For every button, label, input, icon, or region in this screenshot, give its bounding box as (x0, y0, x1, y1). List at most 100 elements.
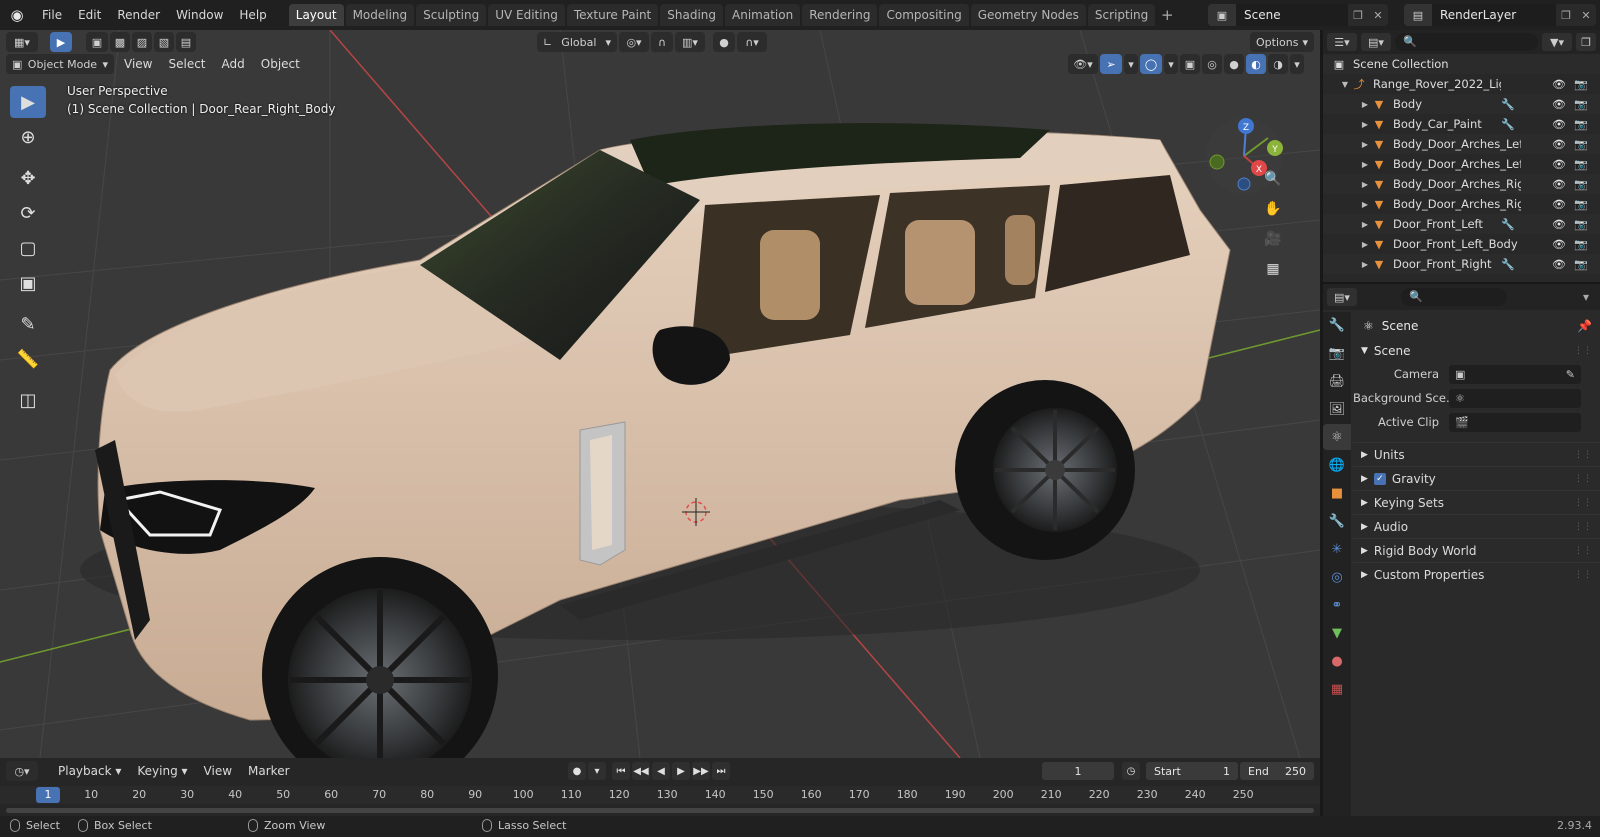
expand-arrow-icon[interactable]: ▶ (1359, 140, 1371, 149)
world-tab-icon[interactable]: 🌐 (1323, 452, 1351, 478)
start-frame-field[interactable]: Start 1 (1146, 762, 1238, 780)
overlay-toggle-icon[interactable]: ◯ (1140, 54, 1162, 74)
jump-end-icon[interactable]: ⏭ (712, 762, 730, 780)
preview-range-icon[interactable]: ◷ (1122, 762, 1140, 780)
tab-modeling[interactable]: Modeling (345, 4, 415, 26)
eye-visibility-icon[interactable]: 👁 (1552, 98, 1566, 111)
overlay-chevron-icon[interactable]: ▾ (1164, 54, 1178, 74)
menu-add[interactable]: Add (214, 54, 253, 74)
menu-view[interactable]: View (116, 54, 160, 74)
drag-handle-icon[interactable]: ⋮⋮ (1574, 450, 1592, 460)
outliner-search-input[interactable]: 🔍 (1395, 33, 1538, 51)
editor-type-button[interactable]: ▦▾ (6, 32, 38, 52)
camera-field[interactable]: ▣ ✎ (1449, 364, 1581, 384)
display-mode-icon[interactable]: ▤▾ (1361, 33, 1391, 51)
material-tab-icon[interactable]: ● (1323, 648, 1351, 674)
outliner-editor-type-icon[interactable]: ☰▾ (1327, 33, 1357, 51)
tab-sculpting[interactable]: Sculpting (416, 4, 487, 26)
outliner-panel[interactable]: ☰▾ ▤▾ 🔍 ▼▾ ❐ ▣ Scene Collection ▼ ⤴ Range_… (1323, 30, 1600, 282)
scene-name[interactable]: Scene (1236, 4, 1348, 26)
blender-logo-icon[interactable]: ◉ (0, 0, 34, 30)
car-model[interactable] (80, 123, 1231, 758)
ortho-toggle-icon[interactable]: ▦ (1260, 256, 1286, 282)
move-tool-icon[interactable]: ✥ (10, 162, 46, 194)
render-camera-icon[interactable]: 📷 (1574, 198, 1588, 211)
jump-start-icon[interactable]: ⏮ (612, 762, 630, 780)
record-options-icon[interactable]: ▾ (588, 762, 606, 780)
tab-rendering[interactable]: Rendering (802, 4, 878, 26)
render-camera-icon[interactable]: 📷 (1574, 118, 1588, 131)
eyedropper-icon[interactable]: ✎ (1566, 368, 1575, 381)
active-clip-field[interactable]: 🎬 (1449, 412, 1581, 432)
end-frame-field[interactable]: End 250 (1240, 762, 1314, 780)
render-camera-icon[interactable]: 📷 (1574, 138, 1588, 151)
drag-handle-icon[interactable]: ⋮⋮ (1574, 546, 1592, 556)
play-reverse-icon[interactable]: ◀ (652, 762, 670, 780)
modifier-wrench-icon[interactable]: 🔧 (1501, 258, 1515, 271)
expand-arrow-icon[interactable]: ▶ (1359, 200, 1371, 209)
snap-toggle-icon[interactable]: ∩ (651, 32, 673, 52)
outliner-item[interactable]: ▶▼ Body_Door_Arches_Left_I 👁 📷 (1323, 154, 1600, 174)
menu-object[interactable]: Object (253, 54, 308, 74)
render-camera-icon[interactable]: 📷 (1574, 158, 1588, 171)
menu-timeline-view[interactable]: View (196, 764, 240, 778)
transform-tool-icon[interactable]: ▣ (10, 267, 46, 299)
properties-options-icon[interactable]: ▾ (1576, 290, 1596, 304)
eye-visibility-icon[interactable]: 👁 (1552, 218, 1566, 231)
frame-ruler[interactable]: 1 10 20 30 40 50 60 70 80 90 100 110 120 130 140 150 16… (0, 786, 1320, 804)
select-mode-invert-icon[interactable]: ▧ (154, 32, 174, 52)
expand-arrow-icon[interactable]: ▶ (1359, 120, 1371, 129)
rotate-tool-icon[interactable]: ⟳ (10, 197, 46, 229)
tab-geometry-nodes[interactable]: Geometry Nodes (970, 4, 1086, 26)
output-tab-icon[interactable]: 🖨 (1323, 368, 1351, 394)
gizmo-neg-z-icon[interactable] (1237, 177, 1251, 191)
view-layer-name[interactable]: RenderLayer (1432, 4, 1556, 26)
properties-panel[interactable]: ▤▾ 🔍 ▾ 🔧 📷 🖨 🖼 ⚛ 🌐 ■ 🔧 ✳ ◎ ⚭ ▼ ● ▦ ⚛ Sce… (1323, 284, 1600, 816)
expand-arrow-icon[interactable]: ▶ (1359, 240, 1371, 249)
tab-layout[interactable]: Layout (288, 4, 344, 26)
eye-visibility-icon[interactable]: 👁 (1552, 118, 1566, 131)
close-scene-icon[interactable]: ✕ (1368, 4, 1388, 26)
menu-file[interactable]: File (34, 4, 70, 26)
tab-scripting[interactable]: Scripting (1087, 4, 1156, 26)
select-tool-icon[interactable]: ▶ (50, 32, 72, 52)
shading-rendered-icon[interactable]: ◑ (1268, 54, 1288, 74)
select-box-tool-icon[interactable]: ▶ (10, 86, 46, 118)
outliner-item[interactable]: ▶ ▼ Door_Front_Left_Body 👁 📷 (1323, 234, 1600, 254)
scene-selector[interactable]: ▣ Scene ❐ ✕ (1208, 4, 1388, 26)
tab-uv-editing[interactable]: UV Editing (488, 4, 565, 26)
filter-icon[interactable]: ▼▾ (1542, 33, 1572, 51)
texture-tab-icon[interactable]: ▦ (1323, 676, 1351, 702)
shading-material-icon[interactable]: ◐ (1246, 54, 1266, 74)
tab-compositing[interactable]: Compositing (879, 4, 969, 26)
render-camera-icon[interactable]: 📷 (1574, 258, 1588, 271)
menu-keying[interactable]: Keying ▾ (129, 764, 195, 778)
gizmo-neg-y-icon[interactable] (1209, 154, 1225, 170)
menu-help[interactable]: Help (231, 4, 274, 26)
outliner-item[interactable]: ▶ ▼ Door_Front_Left 🔧 👁 📷 (1323, 214, 1600, 234)
menu-playback[interactable]: Playback ▾ (50, 764, 129, 778)
render-camera-icon[interactable]: 📷 (1574, 178, 1588, 191)
custom-properties-section[interactable]: ▶ Custom Properties ⋮⋮ (1353, 562, 1600, 586)
menu-window[interactable]: Window (168, 4, 231, 26)
render-camera-icon[interactable]: 📷 (1574, 98, 1588, 111)
render-camera-icon[interactable]: 📷 (1574, 218, 1588, 231)
pan-hand-icon[interactable]: ✋ (1260, 196, 1286, 222)
expand-arrow-icon[interactable]: ▶ (1359, 220, 1371, 229)
constraints-tab-icon[interactable]: ⚭ (1323, 592, 1351, 618)
background-scene-field[interactable]: ⚛ (1449, 388, 1581, 408)
falloff-icon[interactable]: ∩▾ (737, 32, 767, 52)
outliner-root[interactable]: ▣ Scene Collection (1323, 54, 1600, 74)
gizmo-chevron-icon[interactable]: ▾ (1124, 54, 1138, 74)
current-frame-field[interactable]: 1 (1042, 762, 1114, 780)
audio-section[interactable]: ▶ Audio ⋮⋮ (1353, 514, 1600, 538)
menu-render[interactable]: Render (109, 4, 168, 26)
eye-visibility-icon[interactable]: 👁 (1552, 258, 1566, 271)
menu-edit[interactable]: Edit (70, 4, 109, 26)
properties-search-input[interactable]: 🔍 (1401, 288, 1507, 306)
menu-marker[interactable]: Marker (240, 764, 297, 778)
eye-visibility-icon[interactable]: 👁 (1552, 178, 1566, 191)
modifier-wrench-icon[interactable]: 🔧 (1501, 118, 1515, 131)
physics-tab-icon[interactable]: ◎ (1323, 564, 1351, 590)
new-collection-icon[interactable]: ❐ (1576, 33, 1596, 51)
